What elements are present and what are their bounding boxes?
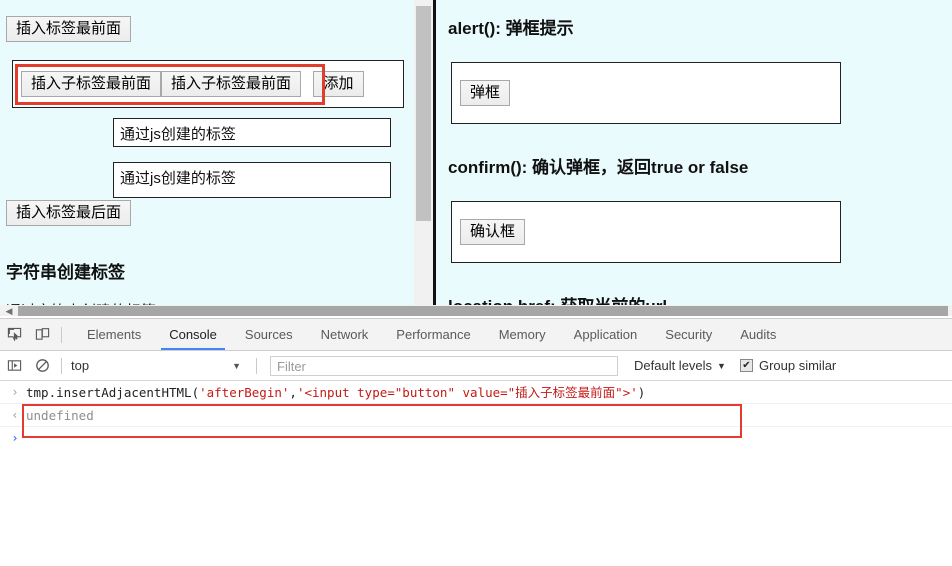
log-levels-label: Default levels [634,358,713,373]
page-horizontal-scrollbar[interactable]: ◀ [0,305,952,316]
page-right-panel: alert(): 弹框提示 弹框 confirm(): 确认弹框，返回true … [437,0,952,305]
group-similar-toggle[interactable]: ✔ Group similar [739,358,837,373]
clear-console-icon[interactable] [28,358,56,373]
console-output-value: undefined [26,408,94,423]
group-similar-checkbox[interactable]: ✔ [739,359,753,372]
inserted-children-container: 插入子标签最前面 插入子标签最前面 添加 [12,60,404,108]
inserted-children-row: 插入子标签最前面 插入子标签最前面 添加 [21,71,364,98]
confirm-demo-box: 确认框 [451,201,841,263]
console-filter-input[interactable]: Filter [270,355,618,376]
console-code-part1: tmp.insertAdjacentHTML( [26,385,200,400]
tab-security[interactable]: Security [651,319,726,350]
tab-audits[interactable]: Audits [726,319,790,350]
created-tag-label-1: 通过js创建的标签 [120,126,236,143]
toolbar-separator [61,326,62,343]
console-code-part3: ) [637,385,646,400]
console-output-line: ‹ undefined [0,404,952,427]
console-context-value: top [71,358,90,373]
inspect-element-icon[interactable] [0,319,28,350]
alert-demo-box: 弹框 [451,62,841,124]
chevron-down-icon: ▼ [232,360,241,371]
filterbar-separator-2 [256,357,257,374]
log-levels-select[interactable]: Default levels ▼ [634,358,726,373]
filterbar-separator [61,357,62,374]
console-output-gutter-icon: ‹ [11,408,19,422]
alert-button[interactable]: 弹框 [460,80,511,107]
console-sidebar-icon[interactable] [0,358,28,373]
console-context-select[interactable]: top ▼ [71,358,251,373]
confirm-button[interactable]: 确认框 [460,219,526,246]
frame-divider [433,0,436,305]
created-tag-label-2: 通过js创建的标签 [120,170,236,187]
tab-sources[interactable]: Sources [231,319,307,350]
device-toolbar-icon[interactable] [28,319,56,350]
page-left-panel: 插入标签最前面 插入子标签最前面 插入子标签最前面 添加 通过js创建的标签 通过… [0,0,414,305]
tab-console[interactable]: Console [155,319,231,350]
heading-location-href: location.href: 获取当前的url [448,292,667,305]
add-button[interactable]: 添加 [313,71,364,98]
console-message-list: › tmp.insertAdjacentHTML('afterBegin','<i… [0,381,952,566]
heading-confirm: confirm(): 确认弹框，返回true or false [448,158,749,177]
devtools-panel: Elements Console Sources Network Perform… [0,318,952,566]
tab-network[interactable]: Network [307,319,383,350]
tab-performance[interactable]: Performance [382,319,484,350]
tab-memory[interactable]: Memory [485,319,560,350]
page-vertical-scrollbar[interactable] [414,0,433,305]
console-filter-bar: top ▼ Filter Default levels ▼ ✔ Group si… [0,351,952,381]
tab-application[interactable]: Application [560,319,652,350]
console-prompt-icon: › [11,431,19,445]
console-code-string2: '<input type="button" value="插入子标签最前面">' [296,385,638,400]
chevron-down-icon-2: ▼ [717,360,726,371]
scroll-left-arrow-icon[interactable]: ◀ [3,306,15,316]
insert-child-front-button-2[interactable]: 插入子标签最前面 [161,71,302,98]
page-vertical-scrollbar-thumb[interactable] [416,6,431,221]
console-prompt-line[interactable]: › [0,427,952,450]
insert-tag-back-button[interactable]: 插入标签最后面 [6,200,132,227]
heading-alert: alert(): 弹框提示 [448,19,574,38]
devtools-tab-list: Elements Console Sources Network Perform… [73,319,790,350]
group-similar-label: Group similar [758,358,837,373]
insert-tag-front-button[interactable]: 插入标签最前面 [6,16,132,43]
console-code-part2: , [289,385,297,400]
console-input-gutter-icon: › [11,385,19,399]
created-tag-box-1: 通过js创建的标签 [113,118,391,147]
page-horizontal-scrollbar-thumb[interactable] [18,306,948,316]
insert-child-front-button-1[interactable]: 插入子标签最前面 [21,71,162,98]
tab-elements[interactable]: Elements [73,319,155,350]
heading-string-create-tag: 字符串创建标签 [6,263,125,282]
console-input-line[interactable]: › tmp.insertAdjacentHTML('afterBegin','<i… [0,381,952,404]
devtools-tabbar: Elements Console Sources Network Perform… [0,319,952,351]
browser-page-region: 插入标签最前面 插入子标签最前面 插入子标签最前面 添加 通过js创建的标签 通过… [0,0,952,316]
console-code-string1: 'afterBegin' [199,385,290,400]
created-tag-box-2: 通过js创建的标签 [113,162,391,198]
